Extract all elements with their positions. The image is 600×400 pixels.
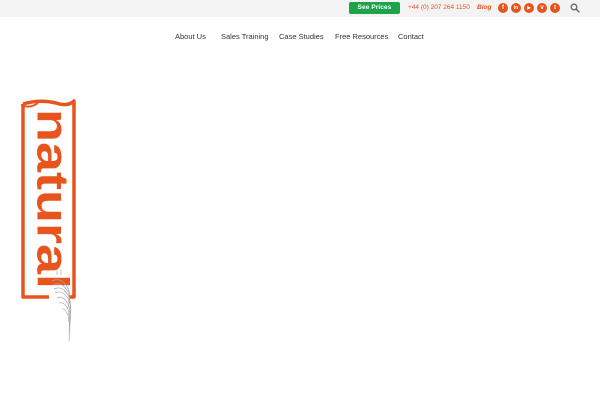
nav-contact[interactable]: Contact [398,31,424,43]
search-icon[interactable] [570,3,580,13]
blog-link[interactable]: Blog [477,3,491,13]
nav-about-us[interactable]: About Us [175,31,206,43]
vimeo-icon[interactable]: v [537,3,547,13]
top-bar: See Prices +44 (0) 207 264 1150 Blog f i… [0,0,600,17]
youtube-icon[interactable]: ▶ [524,3,534,13]
main-navigation: About Us Sales Training Case Studies Fre… [0,31,600,43]
twitter-icon[interactable]: t [550,3,560,13]
logo-wordmark: natural [28,109,78,289]
phone-number-link[interactable]: +44 (0) 207 264 1150 [408,3,470,13]
nav-sales-training[interactable]: Sales Training [221,31,269,43]
facebook-icon[interactable]: f [498,3,508,13]
company-logo[interactable]: natural [20,99,80,344]
see-prices-button[interactable]: See Prices [349,2,400,14]
nav-free-resources[interactable]: Free Resources [335,31,388,43]
nav-case-studies[interactable]: Case Studies [279,31,324,43]
linkedin-icon[interactable]: in [511,3,521,13]
